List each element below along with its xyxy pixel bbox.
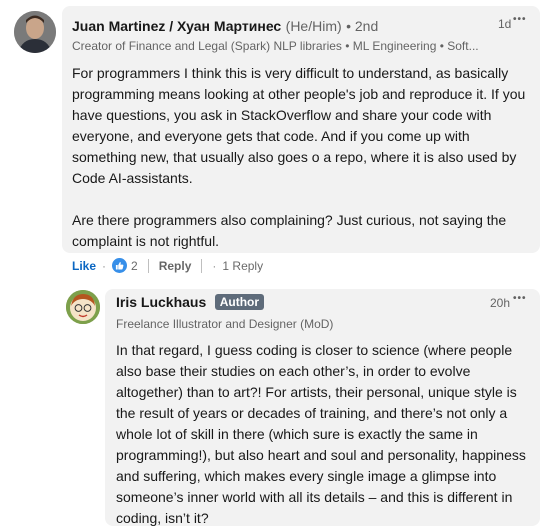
comment-time: 1d bbox=[498, 17, 512, 31]
replies-count-link[interactable]: 1 Reply bbox=[222, 259, 263, 273]
profile-photo bbox=[14, 11, 56, 53]
author-name[interactable]: Juan Martinez / Хуан Мартинес bbox=[72, 18, 281, 34]
comment-body: For programmers I think this is very dif… bbox=[72, 63, 527, 252]
comment-paragraph-1: For programmers I think this is very dif… bbox=[72, 65, 526, 186]
more-options-icon[interactable]: ••• bbox=[513, 14, 527, 25]
author-name[interactable]: Iris Luckhaus bbox=[116, 294, 206, 310]
divider bbox=[147, 258, 149, 273]
like-button[interactable]: Like bbox=[72, 259, 96, 273]
reply-body: In that regard, I guess coding is closer… bbox=[116, 342, 526, 526]
author-headline: Creator of Finance and Legal (Spark) NLP… bbox=[72, 39, 479, 53]
divider bbox=[201, 258, 203, 273]
pronouns: (He/Him) bbox=[285, 18, 342, 34]
reply-header: Iris Luckhaus Author bbox=[116, 294, 265, 312]
comment-header: Juan Martinez / Хуан Мартинес (He/Him) •… bbox=[72, 18, 378, 36]
avatar-iris-luckhaus[interactable] bbox=[66, 290, 100, 324]
comment-paragraph-2: Are there programmers also complaining? … bbox=[72, 212, 507, 249]
separator-dot: · bbox=[102, 258, 107, 273]
avatar-juan-martinez[interactable] bbox=[14, 11, 56, 53]
more-options-icon[interactable]: ••• bbox=[513, 293, 527, 304]
separator-dot: · bbox=[212, 258, 217, 273]
profile-illustration bbox=[66, 290, 100, 324]
reply-button[interactable]: Reply bbox=[159, 259, 192, 273]
comment-actions: Like · 2 Reply · 1 Reply bbox=[72, 258, 263, 273]
thumbs-up-icon[interactable] bbox=[112, 258, 128, 273]
connection-degree: • 2nd bbox=[346, 18, 379, 34]
reaction-count[interactable]: 2 bbox=[131, 259, 138, 273]
author-badge: Author bbox=[214, 294, 265, 310]
author-headline: Freelance Illustrator and Designer (MoD) bbox=[116, 317, 334, 331]
reply-time: 20h bbox=[490, 296, 511, 310]
